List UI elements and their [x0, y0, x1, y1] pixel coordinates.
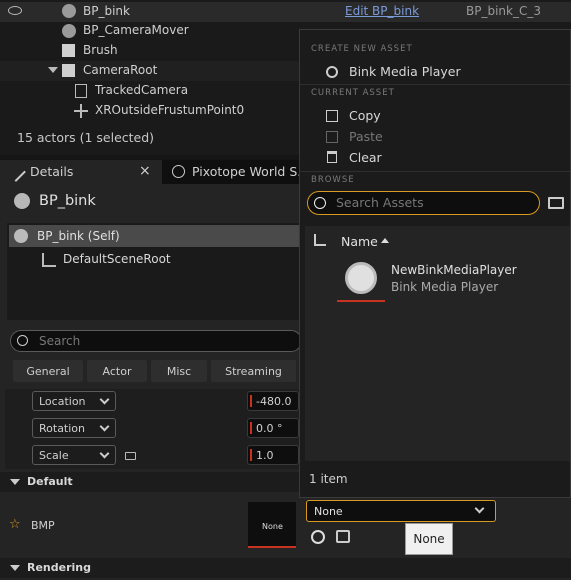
- tooltip: None: [405, 523, 453, 555]
- folder-settings-icon[interactable]: [548, 197, 564, 209]
- actor-count: 15 actors (1 selected): [17, 130, 155, 145]
- actor-icon: [14, 229, 28, 243]
- name-column-header[interactable]: Name: [341, 234, 378, 249]
- outliner-label: Brush: [83, 43, 118, 57]
- item-count: 1 item: [309, 472, 348, 486]
- person-icon: [75, 84, 87, 98]
- location-dropdown[interactable]: Location: [32, 391, 116, 411]
- trash-icon: [327, 151, 337, 163]
- chevron-down-icon: [99, 421, 110, 432]
- search-placeholder: Search: [39, 334, 81, 348]
- clear-menu-item[interactable]: Clear: [349, 150, 382, 165]
- rotation-dropdown[interactable]: Rotation: [32, 418, 116, 438]
- component-label: BP_bink (Self): [37, 229, 120, 243]
- search-icon: [314, 197, 326, 209]
- outliner-type: BP_bink_C_3: [466, 4, 541, 18]
- component-label: DefaultSceneRoot: [63, 252, 171, 266]
- globe-icon: [172, 165, 185, 178]
- actor-icon: [62, 24, 76, 38]
- copy-icon: [326, 110, 338, 122]
- lock-icon[interactable]: [125, 452, 136, 460]
- tab-pixotope-world[interactable]: Pixotope World S...: [164, 160, 309, 184]
- asset-thumbnail[interactable]: None: [248, 502, 296, 548]
- cube-icon: [62, 64, 75, 77]
- search-placeholder: Search Assets: [336, 195, 424, 210]
- actor-icon: [62, 4, 76, 18]
- sort-ascending-icon: [381, 238, 389, 243]
- bmp-label: BMP: [31, 519, 55, 532]
- section-header: CREATE NEW ASSET: [311, 44, 413, 54]
- branch-icon[interactable]: [314, 234, 326, 246]
- use-selected-icon[interactable]: [311, 530, 325, 544]
- section-label: Default: [27, 475, 73, 488]
- asset-icon: [345, 262, 377, 294]
- section-header: CURRENT ASSET: [311, 88, 395, 98]
- rotation-x-field[interactable]: 0.0 °: [247, 418, 299, 438]
- asset-search-input[interactable]: Search Assets: [307, 191, 540, 215]
- outliner-label: XROutsideFrustumPoint0: [95, 103, 245, 117]
- chevron-down-icon: [99, 394, 110, 405]
- tab-world-label: Pixotope World S...: [192, 164, 310, 179]
- actor-name: BP_bink: [39, 193, 96, 209]
- search-icon: [17, 335, 28, 346]
- close-icon[interactable]: ×: [139, 163, 151, 179]
- tab-details[interactable]: Details ×: [0, 160, 162, 184]
- location-x-field[interactable]: -480.0: [247, 391, 299, 411]
- eye-icon[interactable]: [8, 6, 22, 15]
- asset-combo-box[interactable]: None: [306, 500, 496, 522]
- outliner-label: TrackedCamera: [95, 83, 189, 97]
- component-defaultsceneroot[interactable]: DefaultSceneRoot: [9, 249, 299, 271]
- asset-item[interactable]: NewBinkMediaPlayer Bink Media Player: [335, 256, 555, 302]
- paste-icon: [326, 131, 338, 143]
- category-streaming[interactable]: Streaming: [211, 360, 296, 382]
- outliner-label: BP_bink: [83, 4, 130, 18]
- details-search-input[interactable]: Search: [10, 330, 302, 352]
- outliner-row-bp-bink[interactable]: BP_bink Edit BP_bink BP_bink_C_3: [0, 2, 571, 22]
- component-self[interactable]: BP_bink (Self): [9, 225, 299, 247]
- paste-menu-item[interactable]: Paste: [349, 129, 383, 144]
- expand-arrow-icon[interactable]: [48, 67, 58, 73]
- star-icon[interactable]: ☆: [9, 517, 21, 532]
- category-misc[interactable]: Misc: [151, 360, 207, 382]
- browse-folder-icon[interactable]: [336, 530, 350, 543]
- chevron-down-icon: [474, 503, 485, 514]
- cube-icon: [62, 44, 75, 57]
- scale-x-field[interactable]: 1.0: [247, 445, 299, 465]
- actor-icon: [14, 193, 30, 209]
- tab-details-label: Details: [30, 164, 74, 179]
- pencil-icon: [6, 162, 26, 182]
- create-bink-media-player[interactable]: Bink Media Player: [349, 64, 461, 79]
- bink-icon: [326, 66, 338, 78]
- asset-list: Name NewBinkMediaPlayer Bink Media Playe…: [305, 226, 570, 461]
- collapse-arrow-icon: [10, 565, 20, 571]
- category-general[interactable]: General: [13, 360, 83, 382]
- asset-type: Bink Media Player: [391, 280, 499, 294]
- copy-menu-item[interactable]: Copy: [349, 108, 381, 123]
- outliner-label: BP_CameraMover: [83, 23, 189, 37]
- asset-name: NewBinkMediaPlayer: [391, 263, 517, 277]
- outliner-label: CameraRoot: [83, 63, 158, 77]
- category-actor[interactable]: Actor: [87, 360, 147, 382]
- scene-root-icon: [42, 253, 56, 267]
- rendering-category[interactable]: Rendering: [0, 558, 571, 578]
- chevron-down-icon: [99, 448, 110, 459]
- collapse-arrow-icon: [10, 479, 20, 485]
- section-label: Rendering: [27, 561, 91, 574]
- asset-picker-popup: CREATE NEW ASSET Bink Media Player CURRE…: [299, 29, 571, 498]
- edit-blueprint-link[interactable]: Edit BP_bink: [345, 4, 419, 18]
- scale-dropdown[interactable]: Scale: [32, 445, 116, 465]
- section-header: BROWSE: [311, 175, 355, 185]
